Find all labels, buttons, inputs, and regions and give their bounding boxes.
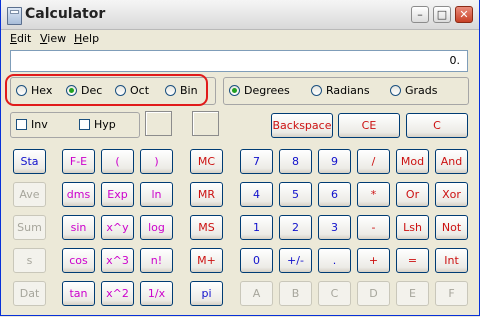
negate-button[interactable]: +/- xyxy=(279,248,312,273)
minimize-button[interactable]: – xyxy=(411,6,429,23)
radio-radians[interactable]: Radians xyxy=(311,84,370,97)
checkbox-inv-label: Inv xyxy=(31,118,48,131)
parenthesis-indicator xyxy=(145,111,172,136)
stat-sta-button[interactable]: Sta xyxy=(13,149,46,174)
memory-store-button[interactable]: MS xyxy=(190,215,223,240)
digit-3-button[interactable]: 3 xyxy=(318,215,351,240)
sin-button[interactable]: sin xyxy=(62,215,95,240)
radio-degrees-dot xyxy=(229,85,240,96)
power-button[interactable]: x^y xyxy=(101,215,134,240)
and-button[interactable]: And xyxy=(435,149,468,174)
radio-radians-label: Radians xyxy=(326,84,370,97)
radio-radians-dot xyxy=(311,85,322,96)
hex-d-button[interactable]: D xyxy=(357,281,390,306)
memory-indicator xyxy=(192,111,219,136)
stat-s-button[interactable]: s xyxy=(13,248,46,273)
or-button[interactable]: Or xyxy=(396,182,429,207)
digit-1-button[interactable]: 1 xyxy=(240,215,273,240)
hex-a-button[interactable]: A xyxy=(240,281,273,306)
stat-dat-button[interactable]: Dat xyxy=(13,281,46,306)
close-button[interactable]: ✕ xyxy=(455,6,473,23)
equals-button[interactable]: = xyxy=(396,248,429,273)
menu-view-rest: iew xyxy=(47,32,67,45)
menu-help[interactable]: Help xyxy=(74,32,99,45)
memory-clear-button[interactable]: MC xyxy=(190,149,223,174)
result-display: 0. xyxy=(10,50,468,72)
calculator-window: Calculator – □ ✕ Edit View Help 0. Hex D… xyxy=(0,0,480,316)
radio-grads-dot xyxy=(390,85,401,96)
xor-button[interactable]: Xor xyxy=(435,182,468,207)
menu-edit[interactable]: Edit xyxy=(10,32,31,45)
clear-button[interactable]: C xyxy=(406,113,468,138)
subtract-button[interactable]: - xyxy=(357,215,390,240)
pi-button[interactable]: pi xyxy=(190,281,223,306)
hex-e-button[interactable]: E xyxy=(396,281,429,306)
digit-0-button[interactable]: 0 xyxy=(240,248,273,273)
checkbox-inv[interactable]: Inv xyxy=(16,118,48,131)
fe-button[interactable]: F-E xyxy=(62,149,95,174)
menu-edit-accel: E xyxy=(10,32,17,45)
add-button[interactable]: + xyxy=(357,248,390,273)
close-paren-button[interactable]: ) xyxy=(140,149,173,174)
stat-sum-button[interactable]: Sum xyxy=(13,215,46,240)
tan-button[interactable]: tan xyxy=(62,281,95,306)
maximize-button[interactable]: □ xyxy=(433,6,451,23)
menu-bar: Edit View Help xyxy=(1,30,479,48)
int-button[interactable]: Int xyxy=(435,248,468,273)
calculator-icon xyxy=(7,7,22,25)
checkbox-hyp-box xyxy=(79,119,90,130)
ln-button[interactable]: ln xyxy=(140,182,173,207)
not-button[interactable]: Not xyxy=(435,215,468,240)
hex-f-button[interactable]: F xyxy=(435,281,468,306)
exp-button[interactable]: Exp xyxy=(101,182,134,207)
divide-button[interactable]: / xyxy=(357,149,390,174)
radio-degrees[interactable]: Degrees xyxy=(229,84,290,97)
stat-ave-button[interactable]: Ave xyxy=(13,182,46,207)
reciprocal-button[interactable]: 1/x xyxy=(140,281,173,306)
memory-add-button[interactable]: M+ xyxy=(190,248,223,273)
menu-view[interactable]: View xyxy=(40,32,66,45)
digit-5-button[interactable]: 5 xyxy=(279,182,312,207)
log-button[interactable]: log xyxy=(140,215,173,240)
radio-grads-label: Grads xyxy=(405,84,438,97)
lsh-button[interactable]: Lsh xyxy=(396,215,429,240)
checkbox-hyp-label: Hyp xyxy=(94,118,116,131)
title-bar[interactable]: Calculator – □ ✕ xyxy=(1,0,479,30)
checkbox-hyp[interactable]: Hyp xyxy=(79,118,116,131)
digit-9-button[interactable]: 9 xyxy=(318,149,351,174)
digit-8-button[interactable]: 8 xyxy=(279,149,312,174)
multiply-button[interactable]: * xyxy=(357,182,390,207)
mod-button[interactable]: Mod xyxy=(396,149,429,174)
factorial-button[interactable]: n! xyxy=(140,248,173,273)
digit-6-button[interactable]: 6 xyxy=(318,182,351,207)
menu-help-rest: elp xyxy=(82,32,100,45)
checkbox-inv-box xyxy=(16,119,27,130)
window-title: Calculator xyxy=(25,6,106,22)
radio-grads[interactable]: Grads xyxy=(390,84,438,97)
digit-7-button[interactable]: 7 xyxy=(240,149,273,174)
radio-degrees-label: Degrees xyxy=(244,84,290,97)
backspace-button[interactable]: Backspace xyxy=(271,113,333,138)
cos-button[interactable]: cos xyxy=(62,248,95,273)
decimal-button[interactable]: . xyxy=(318,248,351,273)
highlight-annotation xyxy=(5,74,208,106)
hex-c-button[interactable]: C xyxy=(318,281,351,306)
clear-entry-button[interactable]: CE xyxy=(338,113,400,138)
menu-edit-rest: dit xyxy=(16,32,32,45)
cube-button[interactable]: x^3 xyxy=(101,248,134,273)
square-button[interactable]: x^2 xyxy=(101,281,134,306)
open-paren-button[interactable]: ( xyxy=(101,149,134,174)
digit-2-button[interactable]: 2 xyxy=(279,215,312,240)
hex-b-button[interactable]: B xyxy=(279,281,312,306)
memory-recall-button[interactable]: MR xyxy=(190,182,223,207)
digit-4-button[interactable]: 4 xyxy=(240,182,273,207)
dms-button[interactable]: dms xyxy=(62,182,95,207)
